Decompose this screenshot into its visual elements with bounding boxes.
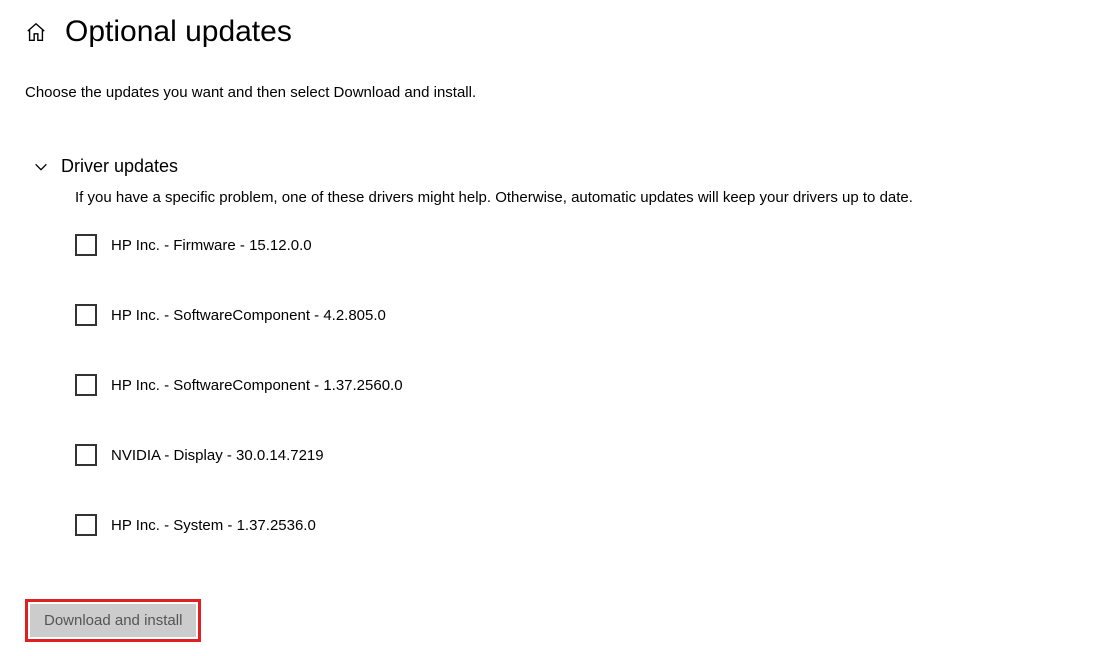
update-label: HP Inc. - SoftwareComponent - 1.37.2560.…	[111, 377, 403, 394]
update-checkbox[interactable]	[75, 304, 97, 326]
page-header: Optional updates	[25, 15, 1092, 49]
section-title: Driver updates	[61, 156, 178, 177]
page-title: Optional updates	[65, 15, 292, 49]
update-checkbox[interactable]	[75, 514, 97, 536]
update-label: HP Inc. - System - 1.37.2536.0	[111, 517, 316, 534]
update-checkbox[interactable]	[75, 234, 97, 256]
chevron-down-icon	[33, 159, 49, 175]
section-description: If you have a specific problem, one of t…	[75, 189, 1092, 206]
driver-updates-toggle[interactable]: Driver updates	[33, 156, 1092, 177]
update-label: NVIDIA - Display - 30.0.14.7219	[111, 447, 324, 464]
update-item: HP Inc. - System - 1.37.2536.0	[75, 514, 1092, 536]
update-item: NVIDIA - Display - 30.0.14.7219	[75, 444, 1092, 466]
updates-list: HP Inc. - Firmware - 15.12.0.0 HP Inc. -…	[75, 234, 1092, 536]
update-label: HP Inc. - SoftwareComponent - 4.2.805.0	[111, 307, 386, 324]
instruction-text: Choose the updates you want and then sel…	[25, 84, 1092, 101]
download-install-button[interactable]: Download and install	[30, 604, 196, 637]
update-item: HP Inc. - SoftwareComponent - 4.2.805.0	[75, 304, 1092, 326]
update-checkbox[interactable]	[75, 374, 97, 396]
update-label: HP Inc. - Firmware - 15.12.0.0	[111, 237, 312, 254]
update-checkbox[interactable]	[75, 444, 97, 466]
home-icon[interactable]	[25, 21, 47, 43]
update-item: HP Inc. - SoftwareComponent - 1.37.2560.…	[75, 374, 1092, 396]
download-install-highlight: Download and install	[25, 599, 201, 642]
update-item: HP Inc. - Firmware - 15.12.0.0	[75, 234, 1092, 256]
